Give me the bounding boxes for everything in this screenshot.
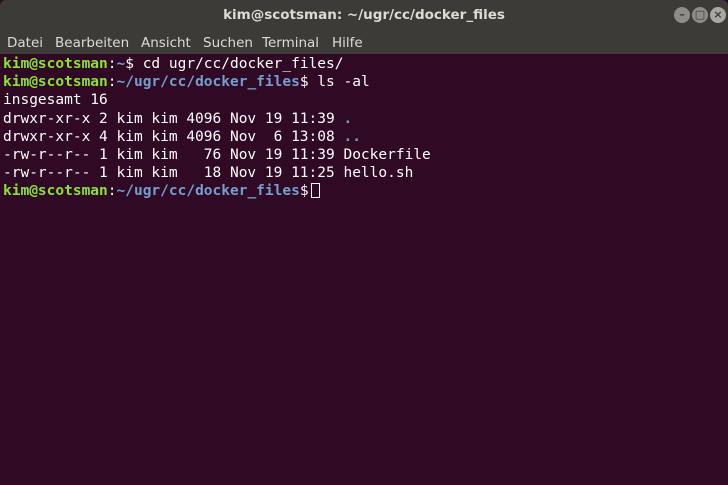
menu-suchen[interactable]: Suchen bbox=[203, 35, 253, 51]
listing-row: -rw-r--r-- 1 kim kim 18 Nov 19 11:25 hel… bbox=[3, 164, 728, 182]
menu-bar: Datei Bearbeiten Ansicht Suchen Terminal… bbox=[0, 31, 728, 54]
minimize-icon: – bbox=[679, 8, 685, 21]
prompt-dollar: $ bbox=[299, 74, 309, 91]
prompt-line: kim@scotsman:~/ugr/cc/docker_files$ ls -… bbox=[3, 73, 728, 91]
prompt-path: ~ bbox=[116, 56, 126, 72]
prompt-path: ~/ugr/cc/docker_files bbox=[116, 183, 300, 200]
prompt-user: kim@scotsman bbox=[3, 56, 108, 72]
maximize-icon: □ bbox=[694, 8, 706, 21]
terminal-output[interactable]: kim@scotsman:~$ cd ugr/cc/docker_files/ … bbox=[0, 54, 728, 485]
prompt-colon: : bbox=[107, 183, 117, 200]
prompt-colon: : bbox=[107, 74, 117, 91]
prompt-dollar: $ bbox=[125, 56, 134, 72]
listing-meta: -rw-r--r-- 1 kim kim 18 Nov 19 11:25 bbox=[3, 165, 344, 182]
menu-ansicht[interactable]: Ansicht bbox=[141, 35, 191, 51]
listing-meta: drwxr-xr-x 4 kim kim 4096 Nov 6 13:08 bbox=[3, 128, 344, 145]
listing-row: drwxr-xr-x 2 kim kim 4096 Nov 19 11:39 . bbox=[3, 110, 728, 128]
terminal-window: kim@scotsman: ~/ugr/cc/docker_files – □ … bbox=[0, 0, 728, 485]
prompt-user: kim@scotsman bbox=[3, 74, 108, 91]
prompt-colon: : bbox=[107, 56, 117, 72]
window-title: kim@scotsman: ~/ugr/cc/docker_files bbox=[223, 7, 505, 23]
close-button[interactable]: × bbox=[710, 7, 726, 23]
listing-meta: -rw-r--r-- 1 kim kim 76 Nov 19 11:39 bbox=[3, 146, 344, 163]
listing-name: .. bbox=[343, 128, 361, 145]
output-total-line: insgesamt 16 bbox=[3, 92, 108, 109]
listing-meta: drwxr-xr-x 2 kim kim 4096 Nov 19 11:39 bbox=[3, 110, 344, 127]
menu-bearbeiten[interactable]: Bearbeiten bbox=[55, 35, 129, 51]
menu-datei[interactable]: Datei bbox=[7, 35, 43, 51]
listing-row: drwxr-xr-x 4 kim kim 4096 Nov 6 13:08 .. bbox=[3, 128, 728, 146]
command-text: cd ugr/cc/docker_files/ bbox=[133, 56, 344, 72]
close-icon: × bbox=[713, 8, 723, 21]
listing-name: Dockerfile bbox=[343, 146, 431, 163]
prompt-line: kim@scotsman:~$ cd ugr/cc/docker_files/ bbox=[3, 55, 728, 73]
title-bar[interactable]: kim@scotsman: ~/ugr/cc/docker_files – □ … bbox=[0, 0, 728, 31]
menu-terminal[interactable]: Terminal bbox=[262, 35, 319, 51]
listing-name: . bbox=[343, 110, 353, 127]
prompt-dollar: $ bbox=[299, 183, 309, 200]
prompt-user: kim@scotsman bbox=[3, 183, 108, 200]
listing-name: hello.sh bbox=[343, 165, 414, 182]
prompt-path: ~/ugr/cc/docker_files bbox=[116, 74, 300, 91]
command-text: ls -al bbox=[308, 74, 370, 91]
menu-hilfe[interactable]: Hilfe bbox=[332, 35, 363, 51]
minimize-button[interactable]: – bbox=[674, 7, 690, 23]
text-cursor bbox=[310, 183, 320, 199]
maximize-button[interactable]: □ bbox=[692, 7, 708, 23]
prompt-line: kim@scotsman:~/ugr/cc/docker_files$ bbox=[3, 182, 728, 200]
listing-row: -rw-r--r-- 1 kim kim 76 Nov 19 11:39 Doc… bbox=[3, 146, 728, 164]
